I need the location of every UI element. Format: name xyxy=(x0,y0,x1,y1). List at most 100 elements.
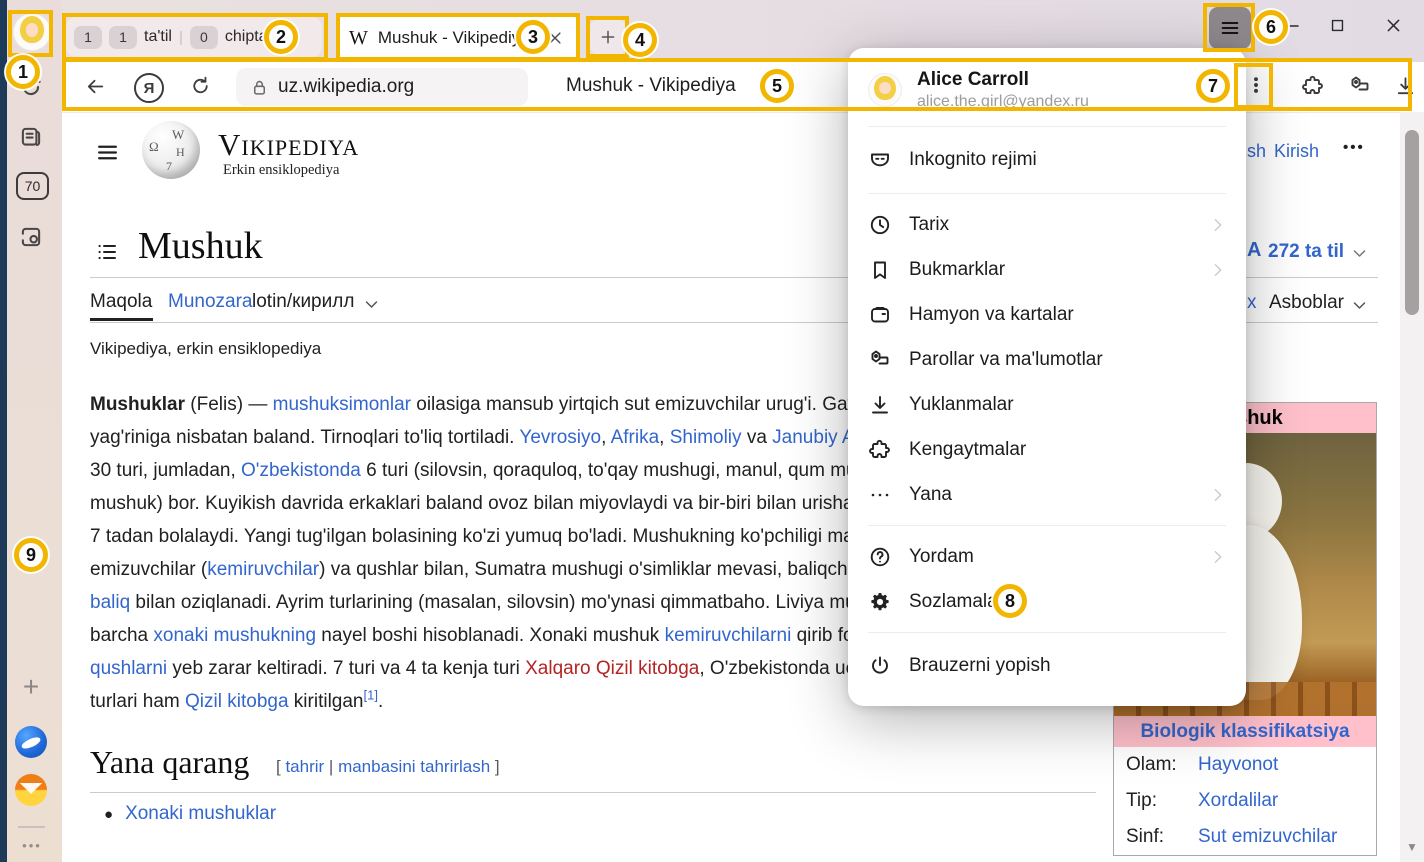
infobox-value-link[interactable]: Sut emizuvchilar xyxy=(1198,826,1337,848)
menu-item-parollar-va-ma-lumotlar[interactable]: Parollar va ma'lumotlar xyxy=(848,337,1246,382)
screenshot-icon[interactable] xyxy=(18,224,44,250)
speed-badge[interactable]: 70 xyxy=(16,172,49,200)
tools-button[interactable]: Asboblar xyxy=(1269,292,1344,314)
text: . xyxy=(378,691,383,712)
menu-item-brauzerni-yopish[interactable]: Brauzerni yopish xyxy=(848,641,1246,691)
wiki-link[interactable]: Qizil kitobga xyxy=(185,691,289,712)
help-icon xyxy=(868,545,892,569)
login-link[interactable]: Kirish xyxy=(1274,141,1319,162)
create-account-link[interactable]: ish xyxy=(1243,141,1266,162)
pipe: | xyxy=(324,757,338,776)
annotation-number-4: 4 xyxy=(623,23,657,57)
text: turlari ham xyxy=(90,691,185,712)
notes-icon[interactable] xyxy=(18,124,44,150)
edit-source-link[interactable]: manbasini tahrirlash xyxy=(338,757,490,776)
menu-item-label: Kengaytmalar xyxy=(909,439,1026,461)
passwords-icon xyxy=(868,348,892,372)
menu-item-tarix[interactable]: Tarix xyxy=(848,202,1246,247)
infobox-label: Olam: xyxy=(1126,754,1198,776)
chevron-down-icon[interactable] xyxy=(1352,298,1367,313)
wiki-link[interactable]: xonaki mushukning xyxy=(153,625,316,646)
yandex-browser-icon[interactable] xyxy=(15,726,47,758)
see-also-list: ● Xonaki mushuklar xyxy=(104,803,276,825)
text: (Felis) — xyxy=(185,394,273,415)
menu-item-label: Inkognito rejimi xyxy=(909,149,1037,171)
list-item: ● Xonaki mushuklar xyxy=(104,803,276,825)
heading-divider xyxy=(90,792,1096,793)
menu-item-label: Yana xyxy=(909,484,952,506)
wiki-link[interactable]: kemiruvchilarni xyxy=(665,625,792,646)
wiki-link[interactable]: Yevrosiyo xyxy=(519,427,601,448)
menu-item-yordam[interactable]: Yordam xyxy=(848,534,1246,579)
close-window-button[interactable] xyxy=(1384,16,1403,35)
wiki-link[interactable]: Shimoliy xyxy=(670,427,742,448)
text: kiritilgan xyxy=(289,691,364,712)
maximize-button[interactable] xyxy=(1329,17,1346,34)
menu-divider xyxy=(868,126,1226,127)
see-also-link[interactable]: Xonaki mushuklar xyxy=(125,803,276,824)
chevron-right-icon xyxy=(1210,217,1226,233)
language-icon[interactable]: A xyxy=(1247,239,1261,262)
wiki-link[interactable]: kemiruvchilar xyxy=(207,559,319,580)
menu-item-yuklanmalar[interactable]: Yuklanmalar xyxy=(848,382,1246,427)
menu-item-bukmarklar[interactable]: Bukmarklar xyxy=(848,247,1246,292)
text: emizuvchilar ( xyxy=(90,559,207,580)
wiki-link[interactable]: mushuksimonlar xyxy=(273,394,411,415)
chevron-down-icon[interactable] xyxy=(1352,246,1367,261)
download-icon xyxy=(868,393,892,417)
text[interactable]: Mushuklar xyxy=(90,394,185,415)
yandex-mail-icon[interactable] xyxy=(15,774,47,806)
scrollbar-thumb[interactable] xyxy=(1405,130,1419,315)
more-icon xyxy=(868,483,892,507)
wiki-link[interactable]: [1] xyxy=(364,688,378,703)
wiki-link[interactable]: qushlarni xyxy=(90,658,167,679)
browser-window: 70 + ••• 1 1 ta'til | 0 chipta ⌄ W Mushu… xyxy=(0,0,1424,862)
menu-divider xyxy=(868,193,1226,194)
tab-talk[interactable]: Munozara xyxy=(168,291,253,313)
menu-item-hamyon-va-kartalar[interactable]: Hamyon va kartalar xyxy=(848,292,1246,337)
menu-item-yana[interactable]: Yana xyxy=(848,472,1246,517)
wiki-link[interactable]: baliq xyxy=(90,592,130,613)
wiki-link[interactable]: Afrika xyxy=(611,427,660,448)
edit-link[interactable]: tahrir xyxy=(285,757,324,776)
header-more-icon[interactable]: ••• xyxy=(1343,139,1365,156)
contents-icon[interactable] xyxy=(95,240,119,264)
text: , xyxy=(659,427,670,448)
sidebar-add-icon[interactable]: + xyxy=(17,674,45,702)
infobox-value-link[interactable]: Xordalilar xyxy=(1198,790,1278,812)
chevron-down-icon[interactable] xyxy=(364,297,379,312)
scrollbar-down-arrow[interactable]: ▼ xyxy=(1406,840,1418,850)
text: yeb zarar keltiradi. 7 turi va 4 ta kenj… xyxy=(167,658,525,679)
annotation-highlight-box xyxy=(8,10,53,57)
section-edit-links: [ tahrir | manbasini tahrirlash ] xyxy=(276,757,500,777)
text: barcha xyxy=(90,625,153,646)
annotation-number-6: 6 xyxy=(1254,10,1288,44)
wiki-menu-icon[interactable] xyxy=(95,140,120,165)
text: 7 tadan bolalaydi. Yangi tug'ilgan bolas… xyxy=(90,526,915,547)
history-icon xyxy=(868,213,892,237)
tab-variant[interactable]: lotin/кирилл xyxy=(252,291,354,313)
bookmark-icon xyxy=(868,258,892,282)
window-edge xyxy=(0,0,7,862)
wiki-link[interactable]: O'zbekistonda xyxy=(241,460,361,481)
tools-partial-text[interactable]: x xyxy=(1247,292,1257,314)
bullet: ● xyxy=(104,806,113,823)
infobox-value-link[interactable]: Hayvonot xyxy=(1198,754,1278,776)
annotation-number-9: 9 xyxy=(14,538,48,572)
sidebar-more-icon[interactable]: ••• xyxy=(15,838,49,853)
menu-divider xyxy=(868,632,1226,633)
wiki-wordmark[interactable]: Vikipediya xyxy=(218,127,359,163)
annotation-number-5: 5 xyxy=(760,69,794,103)
article-title: Mushuk xyxy=(138,224,263,268)
annotation-number-7: 7 xyxy=(1196,69,1230,103)
menu-item-sozlamalar[interactable]: Sozlamalar xyxy=(848,579,1246,624)
extensions-icon xyxy=(868,438,892,462)
menu-item-kengaytmalar[interactable]: Kengaytmalar xyxy=(848,427,1246,472)
tab-article[interactable]: Maqola xyxy=(90,291,152,313)
infobox-row: Tip:Xordalilar xyxy=(1114,783,1376,819)
wikipedia-logo[interactable]: ΩW H7 xyxy=(142,121,200,179)
menu-item-label: Parollar va ma'lumotlar xyxy=(909,349,1103,371)
menu-item-inkognito-rejimi[interactable]: Inkognito rejimi xyxy=(848,135,1246,185)
languages-button[interactable]: 272 ta til xyxy=(1268,241,1344,263)
wiki-link[interactable]: Xalqaro Qizil kitobga xyxy=(525,658,699,679)
